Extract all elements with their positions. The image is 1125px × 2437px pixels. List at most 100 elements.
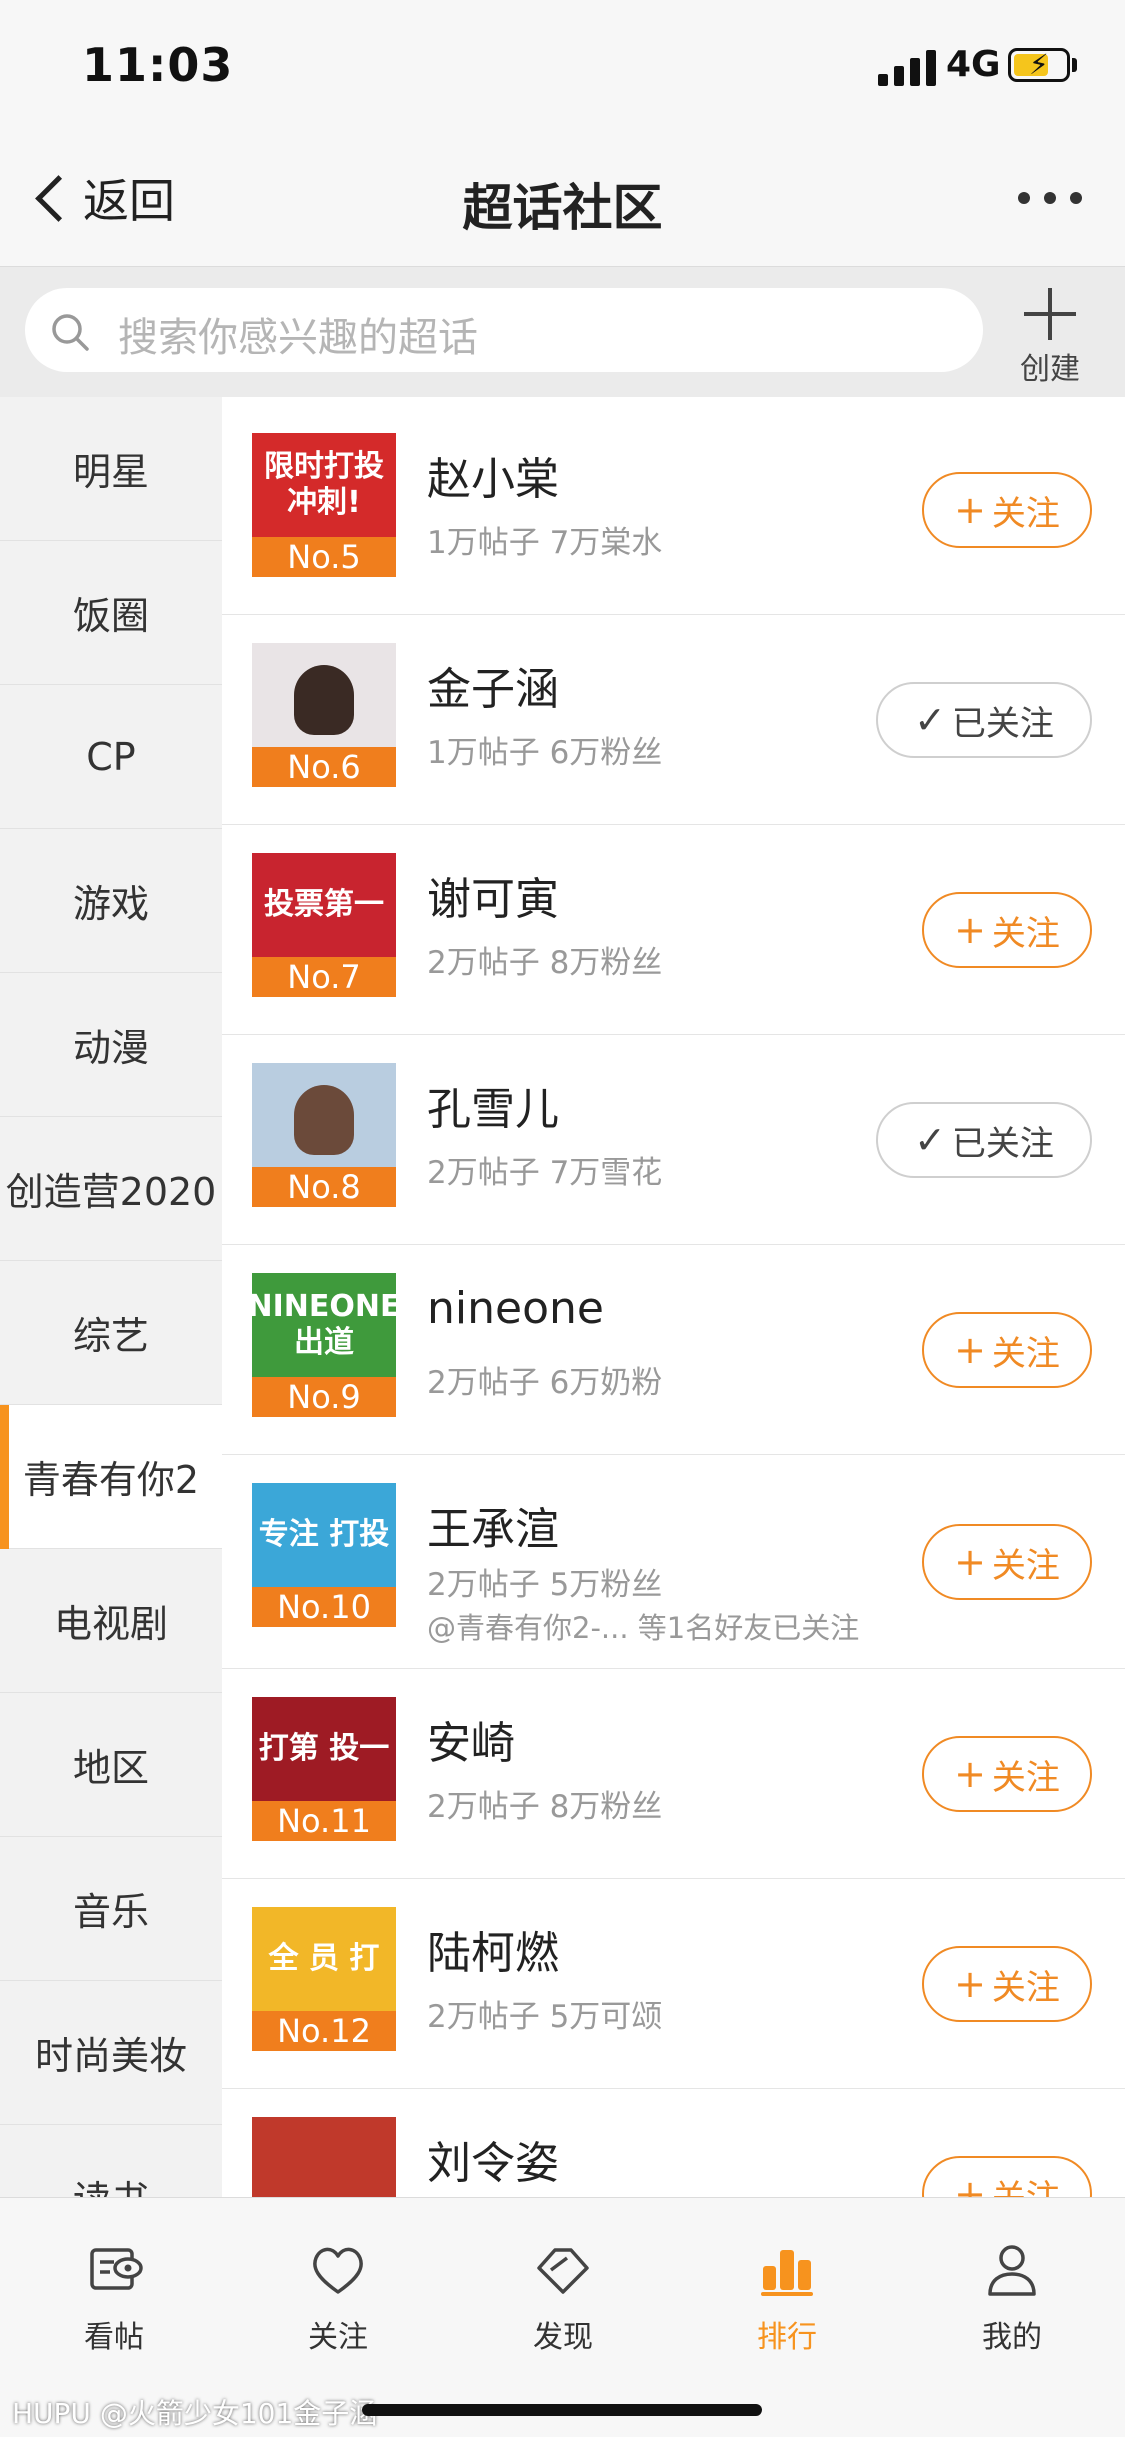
sidebar-item-label: 音乐 [72, 1890, 149, 1934]
sidebar-item-label: 饭圈 [72, 594, 149, 638]
tab-label: 我的 [982, 2320, 1042, 2355]
tab-heart[interactable]: 关注 [268, 2240, 408, 2360]
post-icon [90, 2248, 143, 2290]
topic-thumbnail: NINEONE 出道 No.9 [252, 1273, 396, 1417]
tab-label: 排行 [757, 2320, 817, 2355]
sidebar-item-2[interactable]: CP [0, 685, 222, 829]
thumbnail-art: 专注 打投 [252, 1483, 396, 1587]
sidebar-item-1[interactable]: 饭圈 [0, 541, 222, 685]
topic-name[interactable]: 谢可寅 [427, 863, 559, 927]
battery-cap [1072, 58, 1077, 72]
sidebar-item-label: 游戏 [72, 882, 149, 926]
topic-stats: 2万帖子 7万雪花 [427, 1155, 663, 1191]
topic-name[interactable]: 赵小棠 [427, 443, 559, 507]
sidebar-item-9[interactable]: 地区 [0, 1693, 222, 1837]
follow-button[interactable]: +关注 [922, 892, 1092, 968]
follow-label: 关注 [991, 1967, 1060, 2008]
sidebar-item-3[interactable]: 游戏 [0, 829, 222, 973]
topic-row[interactable]: 打第 投一 No.11 安崎 2万帖子 8万粉丝 + 关注 [222, 1669, 1125, 1879]
thumbnail-art: 限时打投 冲刺! [252, 433, 396, 537]
ranking-icon [761, 2250, 813, 2296]
topic-row[interactable]: 专注 打投 No.10 王承渲 2万帖子 5万粉丝 @青春有你2-... 等1名好友已关… [222, 1455, 1125, 1669]
topic-name[interactable]: 陆柯燃 [427, 1917, 559, 1981]
follow-button[interactable]: +关注 [922, 1312, 1092, 1388]
watermark: HUPU @火箭少女101金子涵 [12, 2397, 378, 2430]
plus-icon: + [954, 908, 986, 952]
thumbnail-art [252, 2117, 396, 2197]
topic-name[interactable]: 王承渲 [427, 1493, 559, 1557]
follow-label: 关注 [991, 493, 1060, 534]
sidebar-item-label: 青春有你2 [22, 1458, 200, 1502]
followed-button[interactable]: ✓ 已关注 [876, 682, 1092, 758]
tab-post[interactable]: 看帖 [44, 2240, 184, 2360]
create-button[interactable]: 创建 [1010, 282, 1090, 387]
topic-row[interactable]: NINEONE 出道 No.9 nineone 2万帖子 6万奶粉 + 关注 [222, 1245, 1125, 1455]
topic-row[interactable]: 刘令姿 +关注 [222, 2089, 1125, 2197]
topic-thumbnail: 专注 打投 No.10 [252, 1483, 396, 1627]
tab-profile[interactable]: 我的 [942, 2240, 1082, 2360]
home-indicator [362, 2404, 762, 2416]
sidebar-item-label: 明星 [72, 450, 149, 494]
more-button[interactable] [1010, 192, 1090, 206]
profile-icon [988, 2245, 1036, 2296]
plus-icon: + [954, 1540, 986, 1584]
sidebar-item-10[interactable]: 音乐 [0, 1837, 222, 1981]
heart-icon [313, 2247, 363, 2294]
rank-badge: No.5 [252, 537, 396, 577]
topic-stats: 2万帖子 8万粉丝 [427, 945, 663, 981]
sidebar-item-label: 地区 [72, 1746, 149, 1790]
sidebar-item-8[interactable]: 电视剧 [0, 1549, 222, 1693]
topic-stats: 1万帖子 6万粉丝 [427, 735, 663, 771]
rank-badge: No.6 [252, 747, 396, 787]
search-icon [52, 314, 89, 351]
follow-button[interactable]: +关注 [922, 2156, 1092, 2197]
page-title: 超话社区 [462, 179, 663, 237]
followed-button[interactable]: ✓ 已关注 [876, 1102, 1092, 1178]
follow-label: 关注 [992, 2170, 1060, 2198]
topic-thumbnail: 限时打投 冲刺! No.5 [252, 433, 396, 577]
sidebar-item-4[interactable]: 动漫 [0, 973, 222, 1117]
topic-row[interactable]: No.8 孔雪儿 2万帖子 7万雪花 ✓ 已关注 [222, 1035, 1125, 1245]
follow-label: 关注 [991, 913, 1060, 954]
tab-ranking[interactable]: 排行 [717, 2240, 857, 2360]
sidebar-item-label: CP [86, 734, 136, 779]
topic-row[interactable]: 限时打投 冲刺! No.5 赵小棠 1万帖子 7万棠水 + 关注 [222, 405, 1125, 615]
follow-button[interactable]: +关注 [922, 472, 1092, 548]
signal-icon [878, 50, 938, 86]
sidebar-item-0[interactable]: 明星 [0, 397, 222, 541]
topic-name[interactable]: 安崎 [427, 1707, 515, 1771]
topic-thumbnail: 打第 投一 No.11 [252, 1697, 396, 1841]
thumbnail-art: NINEONE 出道 [252, 1273, 396, 1377]
follow-button[interactable]: +关注 [922, 1946, 1092, 2022]
sidebar-item-7[interactable]: 青春有你2 [0, 1405, 222, 1549]
topic-row[interactable]: 全 员 打 No.12 陆柯燃 2万帖子 5万可颂 + 关注 [222, 1879, 1125, 2089]
thumbnail-text: 投票第一 [264, 887, 384, 922]
sidebar-item-5[interactable]: 创造营2020 [0, 1117, 222, 1261]
sidebar-item-label: 时尚美妆 [34, 2034, 187, 2078]
follow-button[interactable]: +关注 [922, 1524, 1092, 1600]
follow-label: 关注 [991, 1333, 1060, 1374]
sidebar-item-label: 创造营2020 [5, 1170, 217, 1214]
topic-stats: 2万帖子 8万粉丝 [427, 1789, 663, 1825]
rank-badge: No.7 [252, 957, 396, 997]
topic-thumbnail: 投票第一 No.7 [252, 853, 396, 997]
tab-diamond[interactable]: 发现 [493, 2240, 633, 2360]
thumbnail-text: NINEONE 出道 [252, 1289, 396, 1360]
sidebar-item-label: 综艺 [72, 1314, 149, 1358]
topic-row[interactable]: No.6 金子涵 1万帖子 6万粉丝 ✓ 已关注 [222, 615, 1125, 825]
topic-name[interactable]: 金子涵 [427, 653, 559, 717]
topic-row[interactable]: 投票第一 No.7 谢可寅 2万帖子 8万粉丝 + 关注 [222, 825, 1125, 1035]
topic-thumbnail [252, 2117, 396, 2197]
topic-name[interactable]: 孔雪儿 [427, 1073, 559, 1137]
follow-button[interactable]: +关注 [922, 1736, 1092, 1812]
sidebar-item-6[interactable]: 综艺 [0, 1261, 222, 1405]
topic-name[interactable]: 刘令姿 [427, 2127, 559, 2191]
category-sidebar: 明星饭圈CP游戏动漫创造营2020综艺青春有你2电视剧地区音乐时尚美妆读书 [0, 397, 222, 2269]
thumbnail-art: 打第 投一 [252, 1697, 396, 1801]
sidebar-item-11[interactable]: 时尚美妆 [0, 1981, 222, 2125]
follow-label: 关注 [991, 1757, 1060, 1798]
portrait-image [294, 665, 354, 735]
topic-name[interactable]: nineone [427, 1283, 604, 1334]
thumbnail-art [252, 643, 396, 747]
topic-stats: 2万帖子 5万粉丝 [427, 1567, 663, 1603]
